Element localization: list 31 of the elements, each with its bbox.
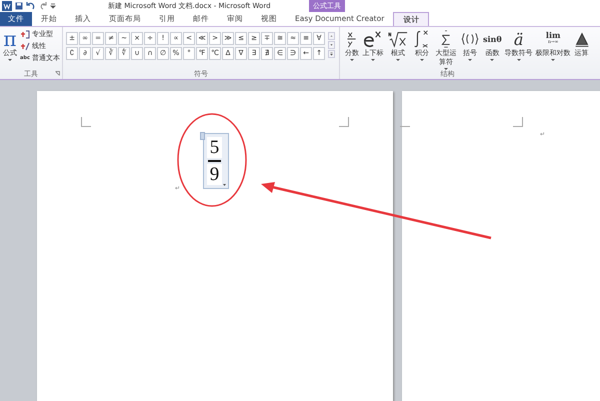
limit-glyph: lim — [546, 32, 560, 39]
crop-mark-icon — [513, 117, 523, 127]
denominator: 9 — [207, 164, 222, 184]
numerator: 5 — [207, 137, 222, 158]
dropdown-caret-icon[interactable] — [371, 59, 375, 61]
dropdown-caret-icon[interactable] — [8, 59, 12, 61]
dropdown-caret-icon[interactable] — [468, 59, 472, 61]
function-glyph: sinθ — [483, 33, 502, 46]
crop-mark-icon — [339, 117, 349, 127]
crop-mark-icon — [81, 117, 91, 127]
pi-icon[interactable]: π — [3, 29, 17, 49]
dropdown-caret-icon[interactable] — [490, 59, 494, 61]
redo-icon[interactable] — [39, 2, 47, 10]
equation-handle[interactable] — [200, 132, 205, 140]
dropdown-caret-icon[interactable] — [444, 68, 448, 70]
more-icon[interactable] — [328, 50, 335, 58]
customize-caret-icon[interactable] — [50, 2, 56, 10]
dropdown-caret-icon[interactable] — [516, 59, 521, 61]
dropdown-caret-icon[interactable] — [551, 59, 556, 61]
accent-glyph: ä — [514, 29, 524, 49]
undo-icon[interactable] — [26, 2, 36, 10]
radical-icon — [387, 29, 409, 49]
dropdown-caret-icon[interactable] — [420, 59, 424, 61]
dropdown-caret-icon[interactable] — [350, 59, 354, 61]
dialog-launcher-icon[interactable] — [55, 71, 60, 76]
save-icon[interactable] — [15, 2, 23, 10]
linear-format-icon — [20, 42, 30, 50]
equation-box[interactable]: 5 9 — [203, 133, 229, 189]
equation-format-icon — [20, 30, 30, 38]
equation-options-icon[interactable] — [222, 183, 227, 187]
dropdown-caret-icon[interactable] — [396, 59, 400, 61]
